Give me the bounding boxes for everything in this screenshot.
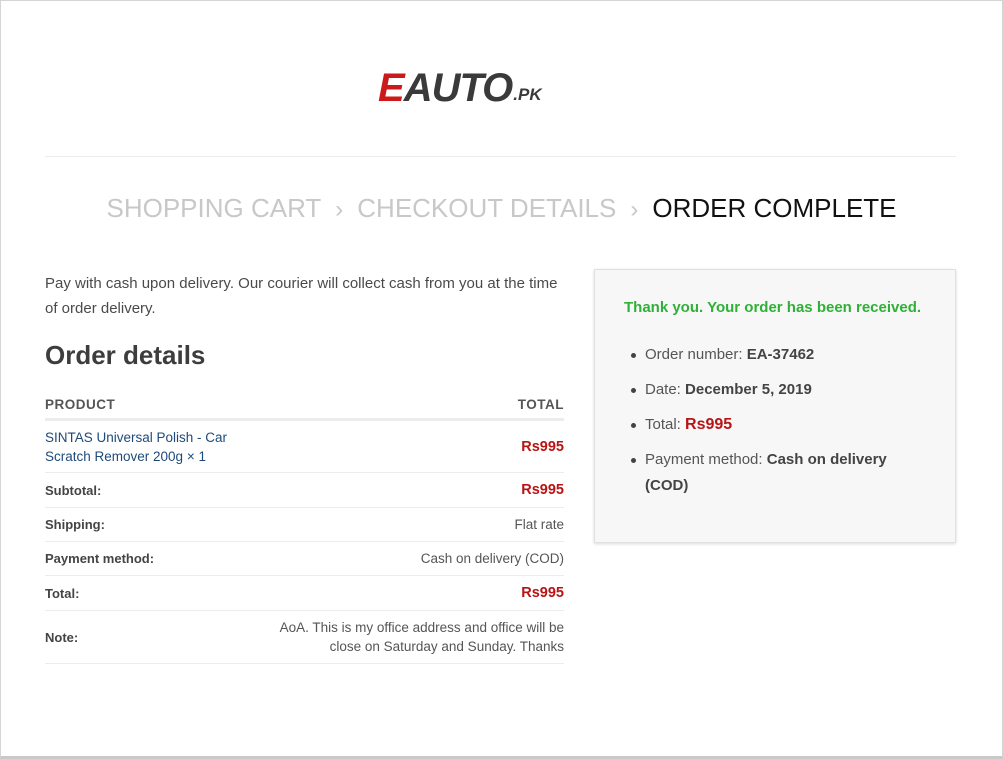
site-logo[interactable]: E AUTO .PK	[378, 66, 542, 110]
list-item-payment: Payment method: Cash on delivery (COD)	[625, 447, 925, 499]
order-summary-box: Thank you. Your order has been received.…	[594, 269, 956, 543]
product-price: Rs995	[521, 438, 564, 455]
header-product: PRODUCT	[45, 396, 116, 412]
payment-label: Payment method:	[45, 551, 155, 566]
step-order-complete: ORDER COMPLETE	[652, 193, 897, 223]
summary-payment-label: Payment method:	[645, 451, 767, 468]
summary-total-label: Total:	[645, 416, 686, 433]
date-label: Date:	[645, 381, 686, 398]
logo-auto: AUTO	[403, 66, 514, 110]
table-row-shipping: Shipping: Flat rate	[45, 508, 564, 542]
header-divider	[45, 156, 956, 157]
payment-value: Cash on delivery (COD)	[420, 551, 564, 566]
order-details-table: PRODUCT TOTAL SINTAS Universal Polish - …	[45, 390, 564, 664]
logo-pk: .PK	[513, 85, 542, 104]
summary-total-value: Rs995	[685, 416, 733, 433]
subtotal-value: Rs995	[521, 482, 564, 498]
header-total: TOTAL	[517, 396, 564, 412]
checkout-steps: SHOPPING CART › CHECKOUT DETAILS › ORDER COM…	[0, 190, 1003, 228]
total-label: Total:	[45, 585, 80, 601]
logo-e: E	[378, 66, 405, 110]
table-row-subtotal: Subtotal: Rs995	[45, 473, 564, 508]
payment-instructions: Pay with cash upon delivery. Our courier…	[45, 275, 558, 317]
step-shopping-cart[interactable]: SHOPPING CART	[106, 193, 321, 223]
product-cell: SINTAS Universal Polish - Car Scratch Re…	[45, 428, 245, 466]
order-details-title: Order details	[45, 340, 206, 370]
shipping-label: Shipping:	[45, 517, 105, 532]
list-item-total: Total: Rs995	[625, 412, 925, 438]
note-label: Note:	[45, 629, 79, 645]
order-summary-list: Order number: EA-37462 Date: December 5,…	[625, 342, 925, 508]
list-item-date: Date: December 5, 2019	[625, 377, 925, 403]
table-row-product: SINTAS Universal Polish - Car Scratch Re…	[45, 421, 564, 473]
table-header: PRODUCT TOTAL	[45, 390, 564, 421]
shipping-value: Flat rate	[514, 517, 564, 532]
table-row-note: Note: AoA. This is my office address and…	[45, 611, 564, 664]
order-number-label: Order number:	[645, 346, 747, 363]
chevron-right-icon: ›	[630, 196, 639, 223]
subtotal-label: Subtotal:	[45, 482, 102, 498]
product-qty: × 1	[183, 448, 206, 464]
table-row-total: Total: Rs995	[45, 576, 564, 611]
table-row-payment: Payment method: Cash on delivery (COD)	[45, 542, 564, 576]
step-checkout-details[interactable]: CHECKOUT DETAILS	[357, 193, 616, 223]
total-value: Rs995	[521, 585, 564, 601]
date-value: December 5, 2019	[685, 381, 812, 398]
list-item-order-number: Order number: EA-37462	[625, 342, 925, 368]
note-value: AoA. This is my office address and offic…	[279, 620, 564, 654]
thank-you-message: Thank you. Your order has been received.	[624, 299, 922, 316]
order-number-value: EA-37462	[746, 346, 815, 363]
chevron-right-icon: ›	[335, 196, 344, 223]
